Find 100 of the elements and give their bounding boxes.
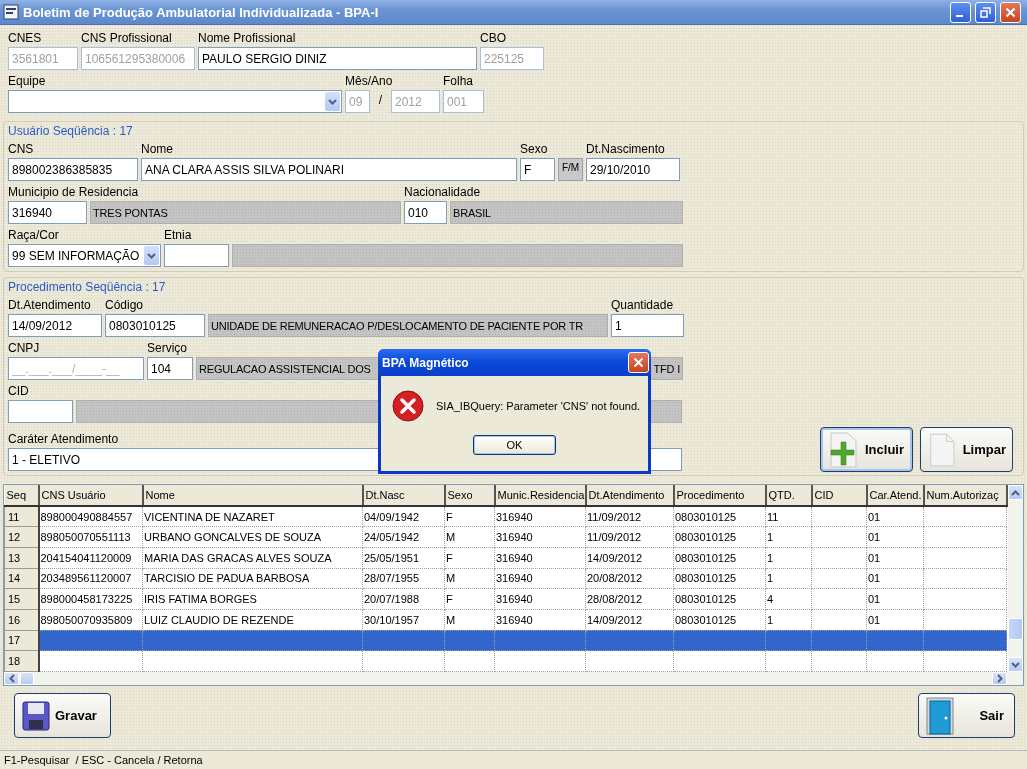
text-field[interactable] — [8, 400, 73, 423]
column-header[interactable]: CNS Usuário — [38, 485, 143, 506]
row-number: 11 — [4, 506, 39, 527]
text-field[interactable]: 104 — [147, 357, 193, 380]
column-header[interactable]: Dt.Nasc — [362, 485, 445, 506]
readonly-field: TRES PONTAS — [90, 201, 401, 224]
scroll-up-button[interactable] — [1008, 485, 1023, 500]
field-label: Nome Profissional — [198, 31, 296, 47]
text-field[interactable]: 010 — [404, 201, 447, 224]
group-title: Usuário Seqüência : 17 — [8, 124, 133, 138]
vertical-scrollbar[interactable] — [1007, 485, 1023, 672]
table-cell — [811, 609, 867, 631]
text-field[interactable] — [164, 244, 229, 267]
separator-text: / — [378, 92, 383, 109]
field-label: Nacionalidade — [404, 185, 481, 201]
field-label: Nome — [141, 142, 173, 158]
dropdown-field[interactable] — [8, 90, 342, 113]
column-header[interactable]: Sexo — [444, 485, 495, 506]
save-button[interactable]: Gravar — [14, 693, 111, 738]
minimize-button[interactable] — [950, 1, 971, 23]
text-field[interactable]: 29/10/2010 — [586, 158, 680, 181]
column-header[interactable]: Dt.Atendimento — [585, 485, 674, 506]
field-label: Folha — [443, 74, 474, 90]
table-cell: TARCISIO DE PADUA BARBOSA — [142, 568, 363, 589]
field-label: CNPJ — [8, 341, 40, 357]
field-label: CBO — [480, 31, 506, 47]
row-number: 14 — [4, 568, 39, 589]
scroll-right-button[interactable] — [992, 672, 1007, 685]
text-field[interactable]: 898002386385835 — [8, 158, 138, 181]
clear-button[interactable]: Limpar — [920, 427, 1013, 472]
field-label: Equipe — [8, 74, 46, 90]
row-number: 13 — [4, 547, 39, 569]
column-header[interactable]: Procedimento — [673, 485, 766, 506]
column-header[interactable]: Seq — [4, 485, 39, 506]
restore-button[interactable] — [975, 1, 996, 23]
add-button[interactable]: Incluir — [820, 427, 913, 472]
window-title: Boletim de Produção Ambulatorial Individualizada - BPA-I — [23, 4, 380, 20]
column-header[interactable]: Car.Atend. — [866, 485, 924, 506]
scrollbar-thumb[interactable] — [20, 672, 34, 685]
scroll-right-icon — [996, 674, 1003, 683]
column-header[interactable]: QTD. — [765, 485, 812, 506]
masked-field[interactable]: __.___.___/____-__ — [8, 357, 144, 380]
row-number: 17 — [4, 630, 39, 651]
text-field[interactable]: PAULO SERGIO DINIZ — [198, 47, 477, 70]
field-label: Serviço — [147, 341, 187, 357]
table-cell: 01 — [866, 609, 924, 631]
door-icon — [925, 695, 955, 736]
dialog-title: BPA Magnético — [382, 355, 469, 370]
readonly-field: UNIDADE DE REMUNERACAO P/DESLOCAMENTO DE PACIENTE POR TR — [208, 314, 608, 337]
field-label: Caráter Atendimento — [8, 432, 119, 448]
horizontal-scrollbar[interactable] — [4, 672, 1023, 685]
ok-button[interactable]: OK — [473, 435, 556, 455]
close-icon — [1005, 6, 1016, 18]
column-header[interactable]: Nome — [142, 485, 363, 506]
field-label: Raça/Cor — [8, 228, 59, 244]
dropdown-button[interactable] — [144, 246, 159, 265]
scrollbar-thumb[interactable] — [1008, 617, 1023, 640]
table-cell: 01 — [866, 568, 924, 589]
dropdown-field[interactable]: 99 SEM INFORMAÇÃO — [8, 244, 161, 267]
close-button[interactable] — [1000, 1, 1021, 23]
scroll-up-icon — [1011, 489, 1020, 496]
field-label: CID — [8, 384, 29, 400]
table-cell: 316940 — [494, 568, 586, 589]
table-cell: VICENTINA DE NAZARET — [142, 506, 363, 527]
text-field[interactable]: 1 — [611, 314, 684, 337]
text-field[interactable]: 0803010125 — [105, 314, 205, 337]
exit-button[interactable]: Sair — [918, 693, 1015, 738]
text-field[interactable]: ANA CLARA ASSIS SILVA POLINARI — [141, 158, 517, 181]
text-field[interactable]: 316940 — [8, 201, 87, 224]
field-label: Sexo — [520, 142, 548, 158]
column-header[interactable]: Num.Autorizaç — [923, 485, 1007, 506]
text-field[interactable]: 14/09/2012 — [8, 314, 102, 337]
row-number: 15 — [4, 588, 39, 610]
column-header[interactable]: Munic.Residencia — [494, 485, 586, 506]
field-label: Mês/Ano — [345, 74, 393, 90]
scroll-down-button[interactable] — [1008, 657, 1023, 672]
field-label: Código — [105, 298, 144, 314]
readonly-field: BRASIL — [450, 201, 683, 224]
field-label: Dt.Atendimento — [8, 298, 91, 314]
scroll-down-icon — [1011, 661, 1020, 668]
scroll-left-icon — [8, 674, 15, 683]
column-header[interactable]: CID — [811, 485, 867, 506]
table-cell — [811, 547, 867, 569]
field-label: Etnia — [164, 228, 192, 244]
scroll-left-button[interactable] — [4, 672, 19, 685]
error-icon — [392, 390, 424, 422]
readonly-field-tail: TFD I — [653, 362, 680, 375]
row-number: 12 — [4, 526, 39, 548]
table-cell — [866, 630, 924, 651]
field-label: Dt.Nascimento — [586, 142, 665, 158]
dropdown-button[interactable] — [325, 92, 340, 111]
status-text: F1-Pesquisar / ESC - Cancela / Retorna — [4, 754, 203, 766]
field-label: CNS — [8, 142, 34, 158]
close-button[interactable] — [628, 352, 649, 373]
sex-toggle-button[interactable]: F/M — [558, 158, 583, 181]
table-cell: 316940 — [494, 547, 586, 569]
table-cell: 316940 — [494, 609, 586, 631]
close-icon — [633, 357, 644, 368]
text-field[interactable]: F — [520, 158, 555, 181]
field-label: CNES — [8, 31, 42, 47]
